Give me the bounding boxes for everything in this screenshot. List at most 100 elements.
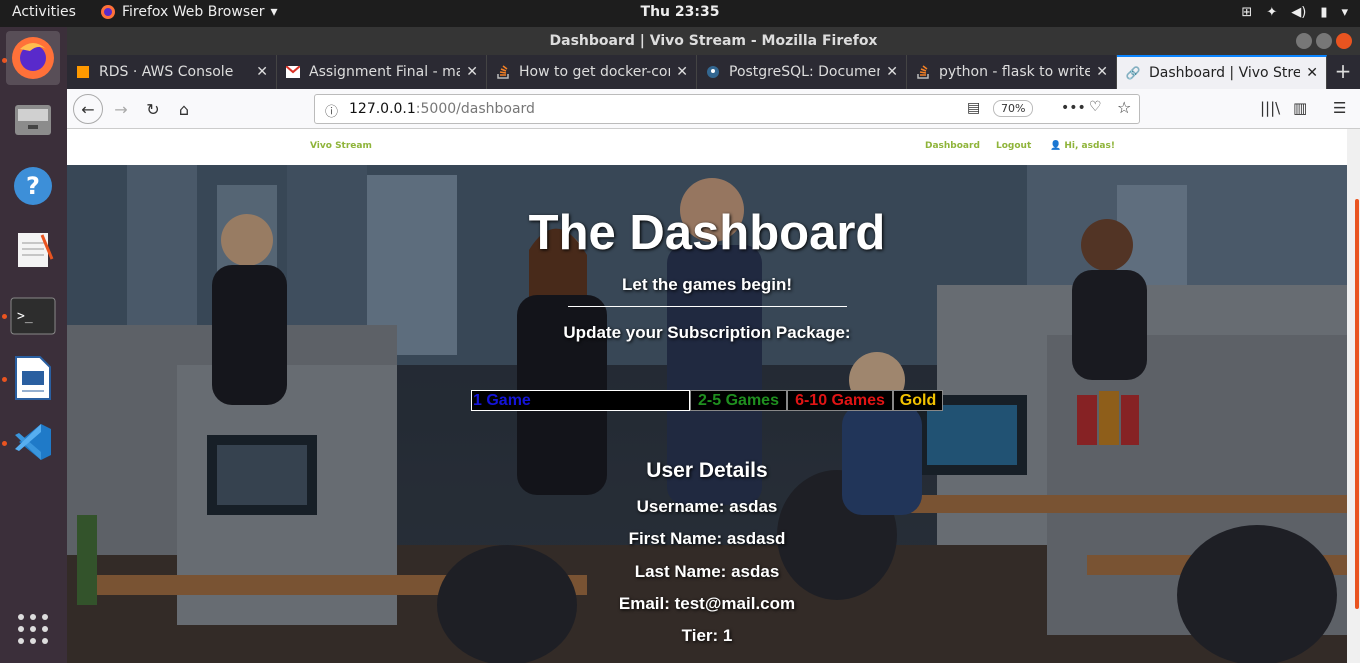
- gmail-icon: [285, 64, 301, 80]
- url-path: :5000/dashboard: [415, 101, 535, 117]
- library-icon[interactable]: |||\: [1260, 99, 1280, 117]
- text-editor-icon: [18, 233, 54, 267]
- app-grid-icon: [18, 614, 48, 644]
- url-bar[interactable]: ⓘ 127.0.0.1:5000/dashboard ▤ 70% ••• ♡ ☆: [314, 94, 1140, 124]
- svg-text:?: ?: [26, 172, 40, 200]
- tab-label: RDS · AWS Console: [99, 64, 234, 80]
- dock-text-editor[interactable]: [6, 223, 60, 277]
- tab-label: How to get docker-con: [519, 64, 671, 80]
- close-tab-icon[interactable]: ✕: [1096, 64, 1108, 80]
- close-window-button[interactable]: [1336, 33, 1352, 49]
- dock-vscode[interactable]: [6, 415, 60, 469]
- window-title: Dashboard | Vivo Stream - Mozilla Firefo…: [549, 33, 878, 49]
- back-button[interactable]: ←: [73, 94, 103, 124]
- svg-text:>_: >_: [17, 309, 33, 324]
- dock-terminal[interactable]: >_: [6, 289, 60, 343]
- arrow-left-icon: ←: [81, 99, 95, 119]
- nav-user-link[interactable]: 👤 Hi, asdas!: [1050, 141, 1115, 151]
- pocket-icon[interactable]: ♡: [1089, 99, 1102, 115]
- tab-rds[interactable]: RDS · AWS Console ✕: [67, 55, 277, 89]
- package-6-10-games-button[interactable]: 6-10 Games: [787, 390, 893, 411]
- firefox-icon: [12, 37, 54, 79]
- detail-email: Email: test@mail.com: [618, 594, 796, 613]
- dock-libreoffice-impress[interactable]: [6, 351, 60, 405]
- system-tray[interactable]: ⊞ ✦ ◀) ▮ ▾: [1241, 5, 1348, 20]
- forward-button[interactable]: →: [107, 95, 135, 123]
- new-tab-button[interactable]: +: [1326, 55, 1360, 89]
- hero-section: The Dashboard Let the games begin! Updat…: [67, 165, 1347, 663]
- page-title: The Dashboard: [528, 206, 886, 260]
- minimize-button[interactable]: [1296, 33, 1312, 49]
- nav-user-label: Hi, asdas!: [1064, 141, 1115, 151]
- gnome-top-bar: Activities Firefox Web Browser ▾ Thu 23:…: [0, 0, 1360, 27]
- dock-firefox[interactable]: [6, 31, 60, 85]
- dock-help[interactable]: ?: [6, 159, 60, 213]
- close-tab-icon[interactable]: ✕: [1306, 65, 1318, 81]
- tab-label: PostgreSQL: Documen: [729, 64, 881, 80]
- tab-postgres[interactable]: PostgreSQL: Documen ✕: [697, 55, 907, 89]
- tab-dashboard[interactable]: 🔗 Dashboard | Vivo Strea ✕: [1117, 55, 1327, 89]
- arrow-right-icon: →: [114, 99, 128, 119]
- accessibility-icon: ✦: [1266, 5, 1278, 20]
- brand-link[interactable]: Vivo Stream: [310, 141, 372, 151]
- reload-button[interactable]: ↻: [139, 95, 167, 123]
- subscription-packages: 1 Game 2-5 Games 6-10 Games Gold: [471, 390, 943, 411]
- close-tab-icon[interactable]: ✕: [886, 64, 898, 80]
- tab-label: Assignment Final - mat: [309, 64, 461, 80]
- nav-logout-link[interactable]: Logout: [996, 141, 1031, 151]
- package-2-5-games-button[interactable]: 2-5 Games: [690, 390, 787, 411]
- window-title-bar[interactable]: Dashboard | Vivo Stream - Mozilla Firefo…: [67, 27, 1360, 55]
- stackoverflow-icon: [915, 64, 931, 80]
- maximize-button[interactable]: [1316, 33, 1332, 49]
- navigation-toolbar: ← → ↻ ⌂ ⓘ 127.0.0.1:5000/dashboard ▤ 70%…: [67, 89, 1360, 129]
- zoom-indicator[interactable]: 70%: [993, 100, 1034, 117]
- tab-gmail[interactable]: Assignment Final - mat ✕: [277, 55, 487, 89]
- tab-flask[interactable]: python - flask to write ✕: [907, 55, 1117, 89]
- close-tab-icon[interactable]: ✕: [256, 64, 268, 80]
- hamburger-menu-icon[interactable]: ☰: [1333, 99, 1346, 117]
- url-host: 127.0.0.1: [349, 101, 416, 117]
- vscode-icon: [15, 424, 51, 460]
- reload-icon: ↻: [146, 99, 160, 119]
- tab-docker[interactable]: How to get docker-con ✕: [487, 55, 697, 89]
- volume-icon: ◀): [1291, 5, 1307, 20]
- more-actions-icon[interactable]: •••: [1061, 100, 1086, 116]
- document-icon: [15, 356, 51, 400]
- tab-label: python - flask to write: [939, 64, 1091, 80]
- site-navbar: Vivo Stream Dashboard Logout 👤 Hi, asdas…: [67, 129, 1347, 165]
- reader-view-icon[interactable]: ▤: [967, 100, 980, 116]
- link-icon: 🔗: [1125, 66, 1141, 80]
- dock-files[interactable]: [6, 93, 60, 147]
- cube-icon: [75, 64, 91, 80]
- url-text[interactable]: 127.0.0.1:5000/dashboard: [349, 101, 535, 117]
- close-tab-icon[interactable]: ✕: [466, 64, 478, 80]
- dock-show-apps[interactable]: [6, 602, 60, 656]
- nav-dashboard-link[interactable]: Dashboard: [925, 141, 980, 151]
- update-subscription-label: Update your Subscription Package:: [563, 323, 851, 342]
- home-button[interactable]: ⌂: [170, 95, 198, 123]
- detail-tier: Tier: 1: [681, 626, 733, 645]
- user-details-heading: User Details: [646, 459, 768, 482]
- clock[interactable]: Thu 23:35: [0, 4, 1360, 20]
- stackoverflow-icon: [495, 64, 511, 80]
- scrollbar-thumb[interactable]: [1355, 199, 1359, 609]
- info-icon[interactable]: ⓘ: [325, 101, 338, 120]
- bookmark-star-icon[interactable]: ☆: [1117, 98, 1131, 117]
- page-scrollbar[interactable]: [1347, 129, 1360, 663]
- divider: [568, 306, 847, 307]
- help-icon: ?: [14, 167, 52, 205]
- page-subtitle: Let the games begin!: [621, 275, 793, 294]
- files-icon: [15, 105, 51, 135]
- chevron-down-icon: ▾: [1341, 5, 1348, 20]
- detail-username: Username: asdas: [636, 497, 778, 516]
- home-icon: ⌂: [178, 99, 190, 119]
- network-icon: ⊞: [1241, 5, 1253, 20]
- postgres-icon: [705, 64, 721, 80]
- close-tab-icon[interactable]: ✕: [676, 64, 688, 80]
- tab-label: Dashboard | Vivo Strea: [1149, 65, 1301, 81]
- package-1-game-button[interactable]: 1 Game: [471, 390, 690, 411]
- sidebar-icon[interactable]: ▥: [1293, 99, 1307, 117]
- detail-last-name: Last Name: asdas: [634, 562, 780, 581]
- package-gold-button[interactable]: Gold: [893, 390, 943, 411]
- window-controls: [1296, 33, 1352, 49]
